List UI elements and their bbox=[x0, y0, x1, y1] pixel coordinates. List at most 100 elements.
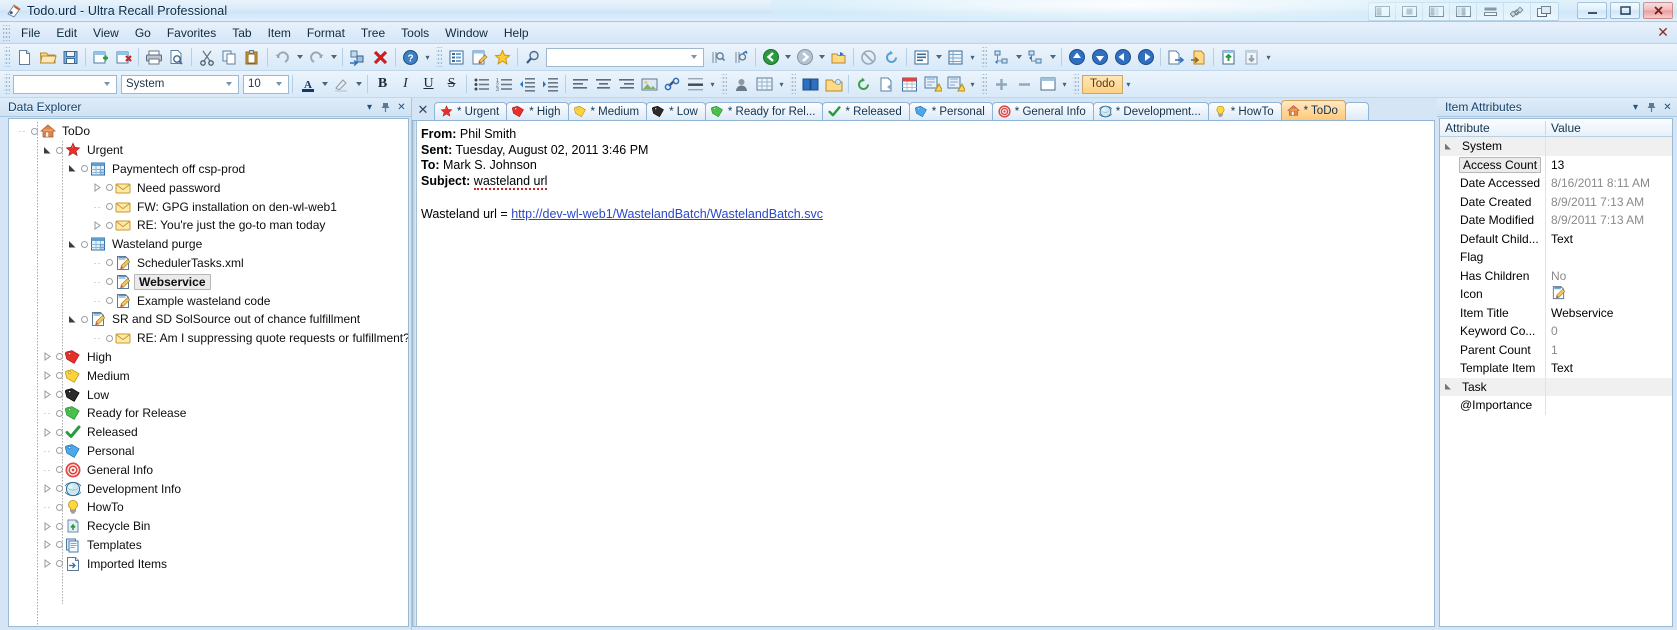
save-icon[interactable] bbox=[59, 46, 82, 68]
attribute-value-cell[interactable]: No bbox=[1546, 267, 1672, 286]
tab-howto[interactable]: * HowTo bbox=[1207, 102, 1282, 120]
zoom-overflow-icon[interactable]: ▾ bbox=[1059, 73, 1070, 95]
attributes-grid[interactable]: Attribute Value System Access Count 13 Date… bbox=[1439, 118, 1673, 627]
attribute-name-cell[interactable]: Date Modified bbox=[1440, 211, 1546, 230]
favorite-icon[interactable] bbox=[491, 46, 514, 68]
menu-help[interactable]: Help bbox=[496, 23, 537, 43]
tab-development[interactable]: * Development... bbox=[1092, 102, 1209, 120]
search-input[interactable] bbox=[546, 47, 704, 67]
italic-icon[interactable]: I bbox=[394, 73, 417, 95]
move-down-icon[interactable] bbox=[1088, 46, 1111, 68]
maximize-button[interactable] bbox=[1610, 2, 1640, 19]
expander-expanded-icon[interactable] bbox=[42, 141, 53, 159]
attribute-value-cell[interactable]: Text bbox=[1546, 230, 1672, 249]
expander-collapsed-icon[interactable] bbox=[92, 179, 103, 197]
forward-dropdown-icon[interactable] bbox=[816, 46, 827, 68]
tree-node-label[interactable]: Recycle Bin bbox=[86, 519, 150, 533]
collapse-dropdown-icon[interactable] bbox=[1047, 46, 1058, 68]
edit-item-icon[interactable] bbox=[468, 46, 491, 68]
copy-icon[interactable] bbox=[218, 46, 241, 68]
search-dropdown-icon[interactable] bbox=[687, 49, 701, 66]
font-dropdown-icon[interactable] bbox=[222, 76, 236, 93]
tree-node-label[interactable]: Example wasteland code bbox=[136, 294, 270, 308]
tree-node-low[interactable]: Low bbox=[9, 385, 408, 404]
tag-todo-button[interactable]: Todo bbox=[1082, 74, 1123, 94]
tab-released[interactable]: * Released bbox=[822, 102, 910, 120]
format-grip-3[interactable] bbox=[790, 74, 796, 94]
redo-icon[interactable] bbox=[305, 46, 328, 68]
view-dropdown-icon[interactable] bbox=[933, 46, 944, 68]
decrease-indent-icon[interactable] bbox=[516, 73, 539, 95]
expander-collapsed-icon[interactable] bbox=[42, 386, 53, 404]
close-icon[interactable]: ✕ bbox=[394, 100, 409, 115]
attribute-name-cell[interactable]: Parent Count bbox=[1440, 340, 1546, 359]
tree-node-label[interactable]: Development Info bbox=[86, 482, 181, 496]
expander-collapsed-icon[interactable] bbox=[42, 555, 53, 573]
align-center-icon[interactable] bbox=[592, 73, 615, 95]
attribute-value-cell[interactable]: 1 bbox=[1546, 341, 1672, 360]
tree-node-imported-items[interactable]: Imported Items bbox=[9, 554, 408, 573]
expander-collapsed-icon[interactable] bbox=[42, 348, 53, 366]
print-icon[interactable] bbox=[142, 46, 165, 68]
attribute-value-cell[interactable]: 8/16/2011 8:11 AM bbox=[1546, 174, 1672, 193]
import-icon[interactable] bbox=[1187, 46, 1210, 68]
expander-collapsed-icon[interactable] bbox=[42, 423, 53, 441]
refresh-icon[interactable] bbox=[880, 46, 903, 68]
attribute-row[interactable]: Date Accessed 8/16/2011 8:11 AM bbox=[1440, 174, 1672, 193]
attribute-name-cell[interactable]: Date Created bbox=[1440, 192, 1546, 211]
attribute-value-cell[interactable]: 0 bbox=[1546, 322, 1672, 341]
tab-ready-for-rel[interactable]: * Ready for Rel... bbox=[704, 102, 824, 120]
book-icon[interactable] bbox=[799, 73, 822, 95]
tree-node-paymentech-off-csp-prod[interactable]: Paymentech off csp-prod bbox=[9, 160, 408, 179]
attribute-row[interactable]: Item Title Webservice bbox=[1440, 303, 1672, 322]
windows-icon[interactable] bbox=[1531, 3, 1558, 20]
tree-node-recycle-bin[interactable]: Recycle Bin bbox=[9, 517, 408, 536]
tab-medium[interactable]: * Medium bbox=[567, 102, 648, 120]
tab-general-info[interactable]: * General Info bbox=[991, 102, 1094, 120]
redo-dropdown-icon[interactable] bbox=[328, 46, 339, 68]
attribute-name-cell[interactable]: Task bbox=[1440, 377, 1546, 396]
toolbar-overflow-icon[interactable]: ▾ bbox=[422, 46, 433, 68]
format-grip-4[interactable] bbox=[981, 74, 987, 94]
attribute-name-cell[interactable]: Keyword Co... bbox=[1440, 322, 1546, 341]
back-dropdown-icon[interactable] bbox=[782, 46, 793, 68]
style-select[interactable] bbox=[13, 74, 117, 94]
view-icon[interactable] bbox=[910, 46, 933, 68]
menu-tab[interactable]: Tab bbox=[224, 23, 259, 43]
reminder-icon[interactable] bbox=[921, 73, 944, 95]
data-explorer-tree[interactable]: ·· ToDo Urgent Paymentech off csp-prod Need … bbox=[8, 118, 409, 627]
move-up-icon[interactable] bbox=[1065, 46, 1088, 68]
menu-window[interactable]: Window bbox=[437, 23, 496, 43]
attribute-value-cell[interactable] bbox=[1546, 137, 1672, 156]
attribute-row[interactable]: Icon bbox=[1440, 285, 1672, 304]
tree-node-label[interactable]: Ready for Release bbox=[86, 406, 186, 420]
pin-icon[interactable] bbox=[378, 100, 393, 115]
increase-indent-icon[interactable] bbox=[539, 73, 562, 95]
layout-horizontal-icon[interactable] bbox=[1477, 3, 1504, 20]
menu-tools[interactable]: Tools bbox=[393, 23, 437, 43]
tree-node-todo[interactable]: ·· ToDo bbox=[9, 122, 408, 141]
style-dropdown-icon[interactable] bbox=[100, 76, 114, 93]
check-in-icon[interactable] bbox=[1217, 46, 1240, 68]
column-header-value[interactable]: Value bbox=[1546, 121, 1672, 135]
menu-view[interactable]: View bbox=[85, 23, 127, 43]
attribute-row[interactable]: Template Item Text bbox=[1440, 359, 1672, 378]
tree-node-medium[interactable]: Medium bbox=[9, 366, 408, 385]
tree-node-webservice[interactable]: ·· Webservice bbox=[9, 272, 408, 291]
attribute-value-cell[interactable] bbox=[1546, 285, 1672, 304]
bold-icon[interactable]: B bbox=[371, 73, 394, 95]
tree-node-fw-gpg-installation-on-den-wl-web1[interactable]: ·· FW: GPG installation on den-wl-web1 bbox=[9, 197, 408, 216]
chevron-down-icon[interactable]: ▾ bbox=[1628, 100, 1643, 115]
expander-collapsed-icon[interactable] bbox=[42, 480, 53, 498]
find-next-icon[interactable] bbox=[729, 46, 752, 68]
insert-icon[interactable] bbox=[346, 46, 369, 68]
grid-icon[interactable] bbox=[944, 46, 967, 68]
tree-node-label[interactable]: General Info bbox=[86, 463, 153, 477]
print-preview-icon[interactable] bbox=[165, 46, 188, 68]
align-left-icon[interactable] bbox=[569, 73, 592, 95]
attribute-name-cell[interactable]: Access Count bbox=[1440, 155, 1546, 174]
table-view-icon[interactable] bbox=[753, 73, 776, 95]
attribute-name-cell[interactable]: Default Child... bbox=[1440, 229, 1546, 248]
pin-icon[interactable] bbox=[1644, 100, 1659, 115]
expander-collapsed-icon[interactable] bbox=[42, 367, 53, 385]
